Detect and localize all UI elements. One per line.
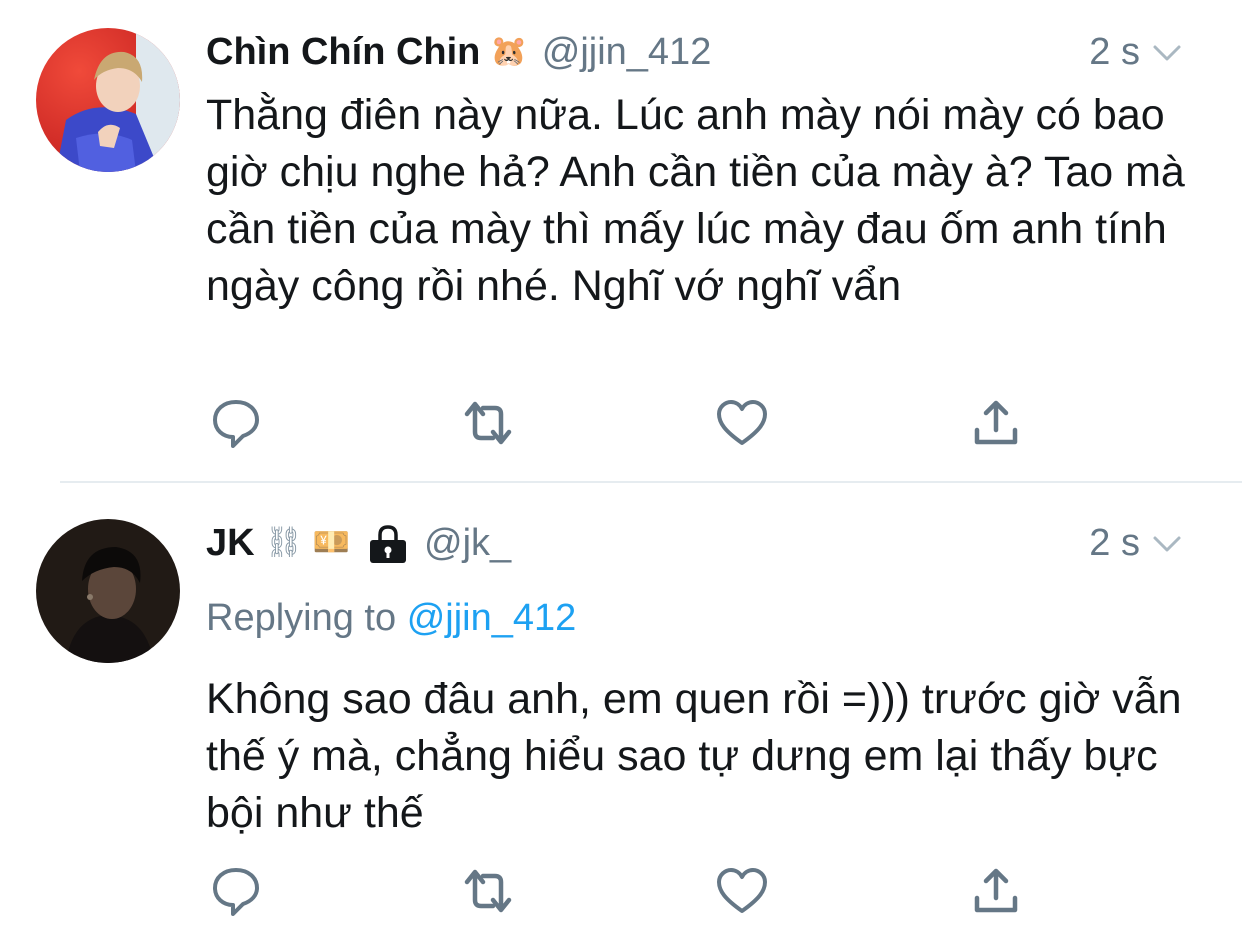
money-emoji: 💴 <box>312 526 351 559</box>
tweet[interactable]: JK ⛓ 💴 @jk_ 2 s Replying to @jjin_412 Kh… <box>0 483 1242 941</box>
display-name[interactable]: JK <box>206 522 255 565</box>
avatar[interactable] <box>36 28 180 172</box>
share-icon <box>974 868 1018 913</box>
avatar[interactable] <box>36 519 180 663</box>
replying-to: Replying to @jjin_412 <box>206 597 576 640</box>
tweet-header: Chìn Chín Chin 🐹 @jjin_412 2 s <box>206 26 1222 78</box>
retweet-button[interactable] <box>458 393 518 453</box>
reply-button[interactable] <box>206 861 266 921</box>
tweet-actions <box>206 393 1242 453</box>
lock-icon <box>366 521 410 565</box>
reply-button[interactable] <box>206 393 266 453</box>
share-icon <box>974 400 1018 445</box>
replying-mention-link[interactable]: @jjin_412 <box>407 597 577 639</box>
chain-emoji: ⛓ <box>264 526 303 559</box>
share-button[interactable] <box>966 393 1026 453</box>
retweet-icon <box>464 869 512 913</box>
like-button[interactable] <box>712 393 772 453</box>
display-name[interactable]: Chìn Chín Chin <box>206 31 480 74</box>
user-handle[interactable]: @jk_ <box>424 522 511 565</box>
retweet-icon <box>464 401 512 445</box>
tweet-text: Thằng điên này nữa. Lúc anh mày nói mày … <box>206 91 1185 310</box>
like-icon <box>717 868 767 913</box>
reply-icon <box>213 400 259 448</box>
like-icon <box>717 400 767 445</box>
timestamp[interactable]: 2 s <box>1089 522 1140 565</box>
chevron-down-icon[interactable] <box>1152 529 1182 559</box>
tweet-header: JK ⛓ 💴 @jk_ 2 s <box>206 517 1222 569</box>
chevron-down-icon[interactable] <box>1152 38 1182 68</box>
tweet[interactable]: Chìn Chín Chin 🐹 @jjin_412 2 s Thằng điê… <box>0 0 1242 482</box>
user-handle[interactable]: @jjin_412 <box>542 31 712 74</box>
reply-icon <box>213 868 259 916</box>
timestamp[interactable]: 2 s <box>1089 31 1140 74</box>
tweet-actions <box>206 861 1242 921</box>
replying-prefix: Replying to <box>206 597 397 639</box>
hamster-emoji: 🐹 <box>490 35 528 68</box>
like-button[interactable] <box>712 861 772 921</box>
share-button[interactable] <box>966 861 1026 921</box>
tweet-text: Không sao đâu anh, em quen rồi =))) trướ… <box>206 675 1182 837</box>
retweet-button[interactable] <box>458 861 518 921</box>
